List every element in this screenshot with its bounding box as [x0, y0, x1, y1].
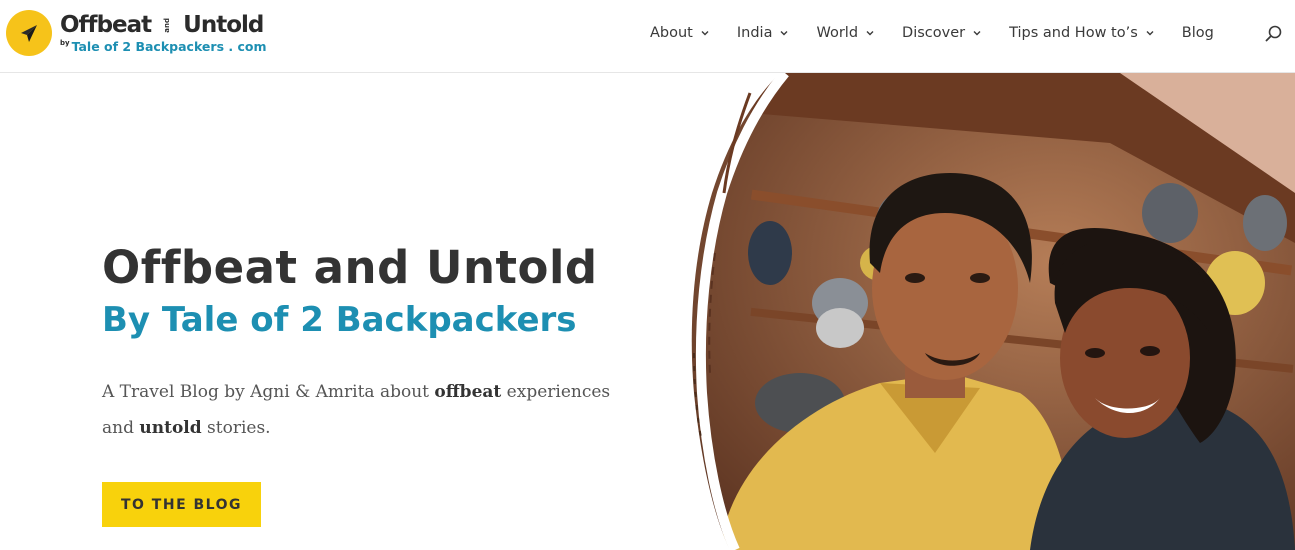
desc-bold-offbeat: offbeat	[434, 382, 502, 402]
logo-subtitle: by Tale of 2 Backpackers . com	[60, 39, 266, 54]
nav-item-india[interactable]: India	[737, 25, 790, 41]
nav-label: Discover	[902, 25, 966, 41]
hero-content: Offbeat and Untold By Tale of 2 Backpack…	[102, 240, 662, 446]
chevron-down-icon	[1146, 31, 1154, 36]
site-logo[interactable]: Offbeat and Untold by Tale of 2 Backpackers…	[6, 9, 270, 57]
logo-text: Offbeat and Untold by Tale of 2 Backpackers…	[60, 10, 270, 56]
logo-title-untold: Untold	[183, 12, 264, 38]
chevron-down-icon	[973, 31, 981, 36]
logo-title-offbeat: Offbeat	[60, 12, 152, 38]
logo-badge	[6, 10, 52, 56]
main-nav: About India World Discover Tips and How …	[650, 22, 1214, 44]
desc-text: stories.	[201, 418, 271, 438]
nav-item-discover[interactable]: Discover	[902, 25, 982, 41]
nav-label: India	[736, 25, 773, 41]
nav-item-blog[interactable]: Blog	[1182, 25, 1214, 41]
hero-subtitle: By Tale of 2 Backpackers	[102, 300, 577, 340]
nav-label: World	[816, 25, 859, 41]
site-header: Offbeat and Untold by Tale of 2 Backpackers…	[0, 0, 1295, 73]
nav-item-about[interactable]: About	[650, 25, 710, 41]
nav-label: About	[650, 25, 693, 41]
to-the-blog-button[interactable]: TO THE BLOG	[102, 482, 261, 527]
search-icon[interactable]	[1264, 24, 1284, 44]
chevron-down-icon	[701, 31, 709, 36]
hero-title: Offbeat and Untold	[102, 241, 598, 294]
hero-description: A Travel Blog by Agni & Amrita about off…	[102, 374, 622, 446]
logo-title-and: and	[163, 18, 172, 33]
chevron-down-icon	[780, 31, 788, 36]
desc-bold-untold: untold	[139, 418, 202, 438]
logo-sub-text: Tale of 2 Backpackers . com	[71, 39, 267, 54]
logo-title: Offbeat and Untold	[60, 10, 264, 40]
nav-label: Tips and How to’s	[1009, 25, 1138, 41]
nav-item-world[interactable]: World	[816, 25, 875, 41]
nav-label: Blog	[1181, 25, 1214, 41]
logo-sub-by: by	[60, 39, 70, 47]
paper-plane-icon	[21, 25, 37, 42]
desc-text: A Travel Blog by Agni & Amrita about	[102, 382, 435, 402]
chevron-down-icon	[866, 31, 874, 36]
nav-item-tips[interactable]: Tips and How to’s	[1009, 25, 1155, 41]
hero-photo	[690, 73, 1295, 550]
